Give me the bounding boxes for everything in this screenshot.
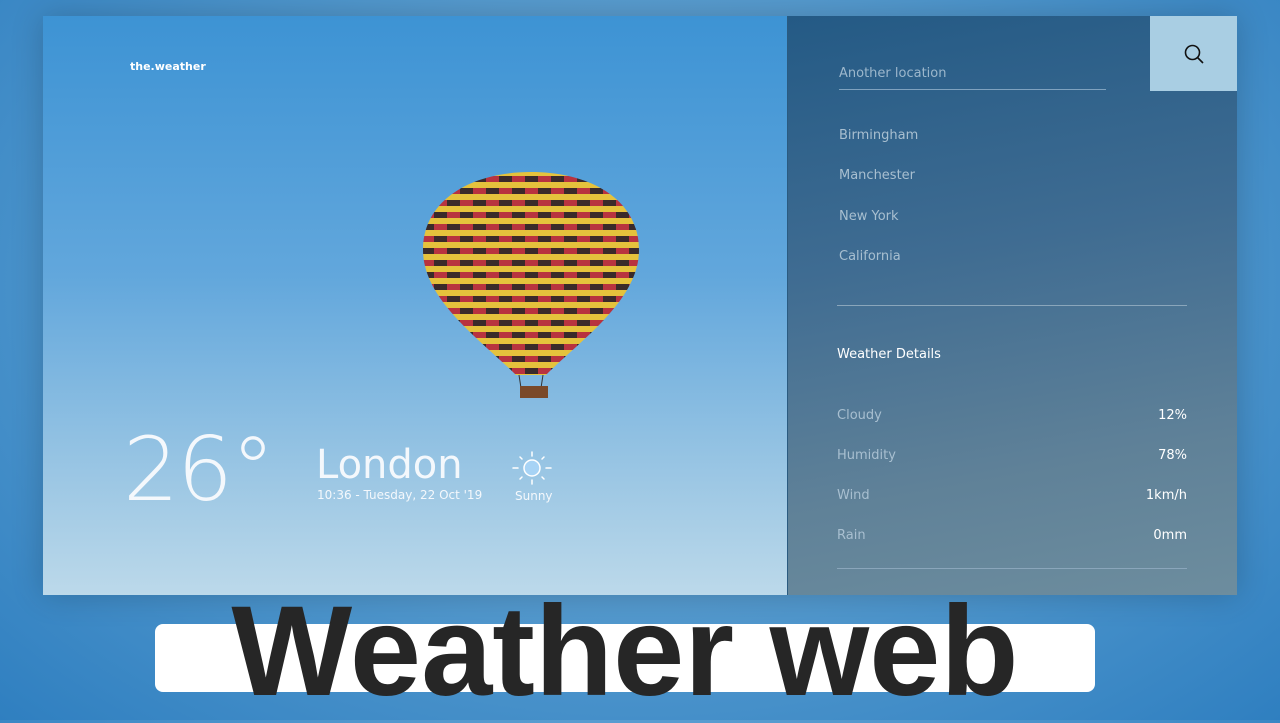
- location-item[interactable]: Manchester: [839, 168, 915, 183]
- detail-label: Rain: [837, 528, 866, 543]
- detail-row: Humidity 78%: [837, 448, 1187, 463]
- detail-row: Wind 1km/h: [837, 488, 1187, 503]
- detail-value: 12%: [1158, 408, 1187, 423]
- details-heading: Weather Details: [837, 347, 941, 362]
- detail-label: Cloudy: [837, 408, 882, 423]
- location-item[interactable]: California: [839, 249, 901, 264]
- weather-app: the.weather 26° London 10:36 - Tuesday, …: [43, 16, 1237, 595]
- banner-title: Weather web: [231, 580, 1019, 723]
- detail-value: 0mm: [1153, 528, 1187, 543]
- sun-icon: [512, 451, 552, 485]
- detail-value: 78%: [1158, 448, 1187, 463]
- detail-row: Cloudy 12%: [837, 408, 1187, 423]
- location-search-input[interactable]: [839, 66, 1106, 90]
- detail-value: 1km/h: [1145, 488, 1187, 503]
- date-time: 10:36 - Tuesday, 22 Oct '19: [317, 488, 483, 502]
- divider: [837, 568, 1187, 569]
- divider: [837, 305, 1187, 306]
- location-item[interactable]: New York: [839, 209, 899, 224]
- side-panel: Birmingham Manchester New York Californi…: [787, 16, 1237, 595]
- brand-logo[interactable]: the.weather: [130, 60, 206, 73]
- detail-label: Humidity: [837, 448, 896, 463]
- condition-label: Sunny: [515, 489, 553, 503]
- temperature: 26°: [123, 418, 275, 521]
- hero-panel: the.weather 26° London 10:36 - Tuesday, …: [43, 16, 787, 595]
- hot-air-balloon-image: [423, 172, 639, 398]
- city-name: London: [316, 442, 463, 488]
- detail-row: Rain 0mm: [837, 528, 1187, 543]
- detail-label: Wind: [837, 488, 870, 503]
- search-button[interactable]: [1150, 16, 1237, 91]
- search-icon: [1184, 44, 1204, 64]
- location-item[interactable]: Birmingham: [839, 128, 918, 143]
